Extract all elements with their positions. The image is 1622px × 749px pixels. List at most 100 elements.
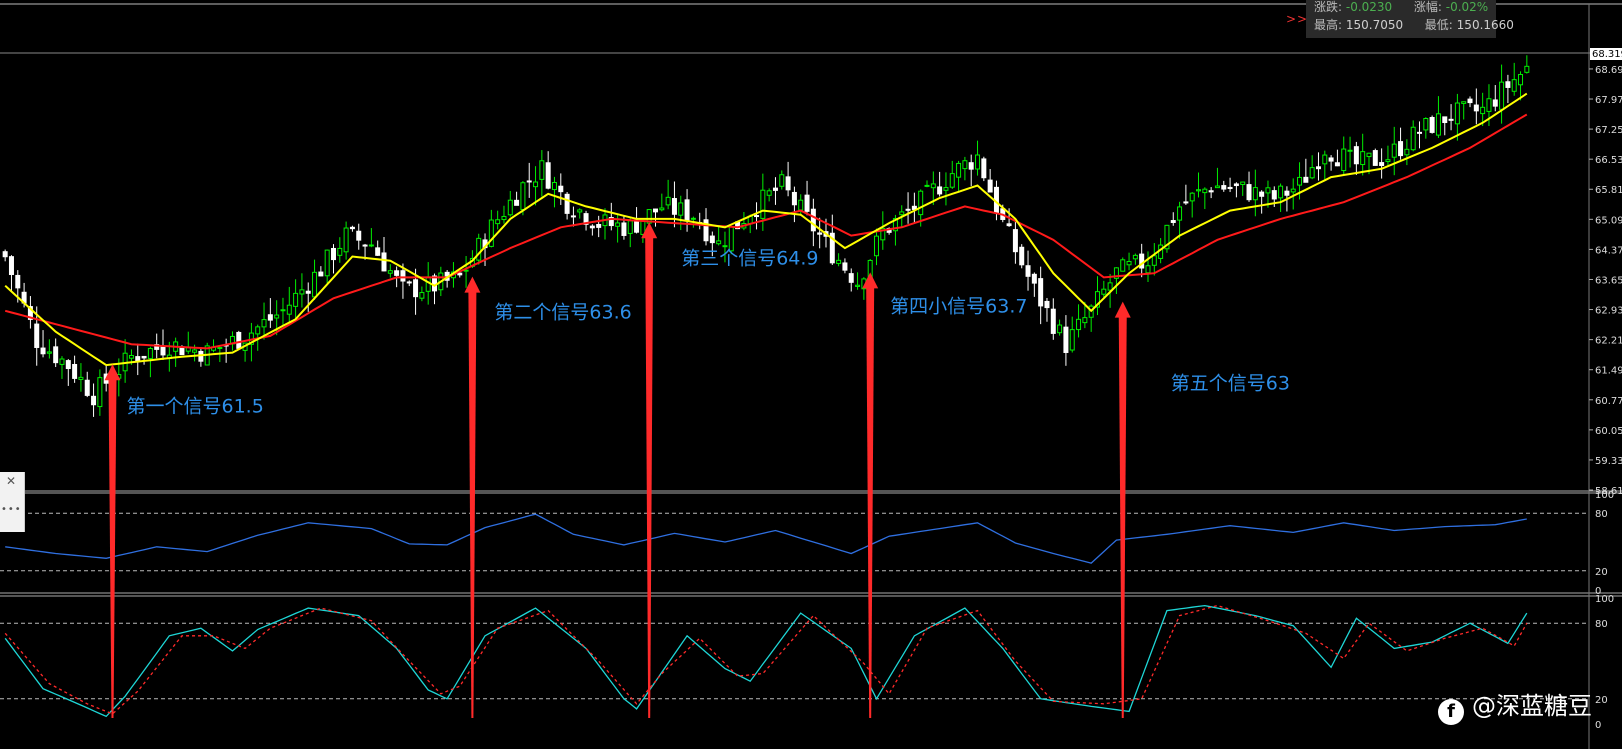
candle-body xyxy=(810,208,816,232)
candle-body xyxy=(1126,260,1132,266)
watermark-logo-icon: f xyxy=(1438,699,1464,725)
candle-body xyxy=(1372,150,1378,166)
candle-body xyxy=(1486,98,1492,112)
candle-body xyxy=(539,160,545,180)
candle-body xyxy=(293,292,299,307)
candle-body xyxy=(1353,146,1359,165)
osc-tick-label: 20 xyxy=(1595,695,1608,706)
candle-body xyxy=(1183,201,1189,204)
candle-body xyxy=(368,244,374,247)
candle-body xyxy=(394,270,400,276)
side-panel-tab[interactable]: ✕ ••• xyxy=(0,472,25,532)
candle-body xyxy=(817,232,823,235)
candle-body xyxy=(937,186,943,195)
candle-body xyxy=(899,211,905,216)
candle-body xyxy=(147,348,153,360)
candle-body xyxy=(1290,188,1296,193)
candle-body xyxy=(1259,191,1265,197)
osc-tick-label: 0 xyxy=(1595,720,1601,731)
candle-body xyxy=(1410,126,1416,151)
candle-body xyxy=(343,227,349,253)
candle-body xyxy=(533,181,539,188)
candle-body xyxy=(1208,190,1214,193)
candle-body xyxy=(46,351,52,354)
candle-body xyxy=(476,237,482,261)
price-tick-label: 62.930 xyxy=(1595,306,1622,317)
candle-body xyxy=(1398,141,1404,157)
candle-body xyxy=(2,251,8,258)
candle-body xyxy=(1265,187,1271,194)
candle-body xyxy=(1057,324,1063,334)
candle-body xyxy=(387,270,393,274)
candle-body xyxy=(709,235,715,244)
candle-body xyxy=(665,196,671,206)
candle-body xyxy=(905,208,911,211)
candle-body xyxy=(987,179,993,193)
current-price-label: 68.319 xyxy=(1592,49,1622,60)
candle-body xyxy=(299,289,305,295)
candle-body xyxy=(305,290,311,294)
candle-body xyxy=(507,199,513,216)
candle-body xyxy=(842,262,848,271)
candle-body xyxy=(1347,149,1353,152)
candle-body xyxy=(621,222,627,236)
candle-body xyxy=(949,173,955,188)
more-icon[interactable]: ••• xyxy=(1,504,22,515)
candle-body xyxy=(520,182,526,211)
price-tick-label: 60.770 xyxy=(1595,396,1622,407)
candle-body xyxy=(349,226,355,230)
candle-body xyxy=(72,364,78,379)
candle-body xyxy=(1404,148,1410,156)
candle-body xyxy=(97,377,103,408)
candle-body xyxy=(330,247,336,261)
candle-body xyxy=(78,376,84,380)
candle-body xyxy=(798,199,804,211)
candle-body xyxy=(1499,81,1505,110)
candle-body xyxy=(659,207,665,211)
candle-body xyxy=(1196,189,1202,192)
candle-body xyxy=(1170,220,1176,223)
candle-body xyxy=(236,331,242,349)
candle-body xyxy=(356,230,362,241)
candle-body xyxy=(975,154,981,170)
osc-tick-label: 20 xyxy=(1595,567,1608,578)
candle-body xyxy=(1524,65,1530,73)
candle-body xyxy=(1246,184,1252,201)
candle-body xyxy=(981,158,987,179)
candle-body xyxy=(526,180,532,183)
candle-body xyxy=(1107,282,1113,291)
candle-body xyxy=(1076,318,1082,331)
candle-body xyxy=(754,215,760,218)
candle-body xyxy=(1322,154,1328,165)
candle-body xyxy=(1417,131,1423,134)
chart-canvas[interactable]: 10080200 10080200 68.69067.97067.25066.5… xyxy=(0,0,1622,749)
candle-body xyxy=(1334,162,1340,167)
candle-body xyxy=(495,219,501,225)
candle-body xyxy=(1012,229,1018,253)
candle-body xyxy=(1151,255,1157,266)
candle-body xyxy=(1309,167,1315,179)
candle-body xyxy=(570,215,576,218)
candle-body xyxy=(501,215,507,221)
candle-body xyxy=(1341,148,1347,172)
candle-body xyxy=(589,225,595,229)
candle-body xyxy=(34,323,40,348)
candle-body xyxy=(1214,185,1220,189)
candle-body xyxy=(457,272,463,276)
low-label: 最低: xyxy=(1424,18,1453,32)
candle-body xyxy=(615,222,621,227)
candle-body xyxy=(1473,104,1479,112)
close-icon[interactable]: ✕ xyxy=(6,474,16,488)
candle-body xyxy=(1467,98,1473,104)
candle-body xyxy=(400,270,406,282)
candle-body xyxy=(766,190,772,196)
candle-body xyxy=(217,347,223,350)
candle-body xyxy=(1240,181,1246,185)
candle-body xyxy=(91,395,97,406)
signal-label: 第五个信号63 xyxy=(1171,373,1290,395)
change-label: 涨跌: xyxy=(1314,0,1343,14)
candle-body xyxy=(128,354,134,359)
pct-label: 涨幅: xyxy=(1413,0,1442,14)
candle-body xyxy=(1442,116,1448,124)
candle-body xyxy=(1360,151,1366,166)
